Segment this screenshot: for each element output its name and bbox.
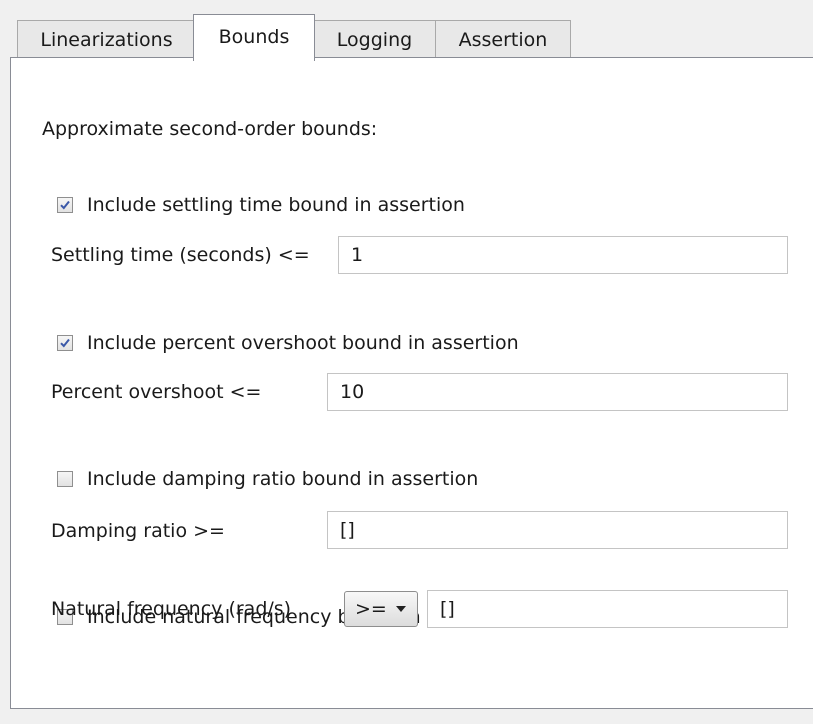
natural-frequency-field-label: Natural frequency (rad/s) bbox=[51, 598, 292, 620]
percent-overshoot-value: 10 bbox=[340, 381, 365, 403]
settling-time-checkbox-label[interactable]: Include settling time bound in assertion bbox=[87, 193, 465, 217]
percent-overshoot-checkbox-label[interactable]: Include percent overshoot bound in asser… bbox=[87, 331, 519, 355]
natural-frequency-operator-dropdown[interactable]: >= bbox=[344, 591, 418, 627]
checkmark-icon bbox=[60, 200, 70, 210]
tab-bounds-label: Bounds bbox=[218, 26, 290, 48]
chevron-down-icon bbox=[395, 606, 406, 612]
settling-time-input[interactable]: 1 bbox=[338, 236, 788, 274]
percent-overshoot-field-label: Percent overshoot <= bbox=[51, 381, 262, 403]
tab-assertion-label: Assertion bbox=[458, 28, 548, 51]
natural-frequency-value: [] bbox=[440, 598, 455, 620]
settling-time-value: 1 bbox=[351, 244, 364, 266]
damping-ratio-value: [] bbox=[340, 519, 355, 541]
percent-overshoot-checkbox[interactable] bbox=[57, 335, 73, 351]
damping-ratio-checkbox-label[interactable]: Include damping ratio bound in assertion bbox=[87, 467, 478, 491]
tab-linearizations-label: Linearizations bbox=[40, 28, 173, 51]
settling-time-checkbox[interactable] bbox=[57, 197, 73, 213]
tab-strip: Linearizations Bounds Logging Assertion bbox=[0, 0, 813, 61]
checkmark-icon bbox=[60, 338, 70, 348]
natural-frequency-input[interactable]: [] bbox=[427, 590, 788, 628]
operator-value: >= bbox=[355, 598, 387, 620]
settling-time-field-label: Settling time (seconds) <= bbox=[51, 244, 310, 266]
section-heading: Approximate second-order bounds: bbox=[42, 118, 378, 140]
damping-ratio-field-label: Damping ratio >= bbox=[51, 520, 225, 542]
damping-ratio-checkbox[interactable] bbox=[57, 471, 73, 487]
percent-overshoot-input[interactable]: 10 bbox=[327, 373, 788, 411]
damping-ratio-input[interactable]: [] bbox=[327, 511, 788, 549]
tab-linearizations[interactable]: Linearizations bbox=[17, 20, 196, 58]
tab-logging-label: Logging bbox=[336, 28, 413, 51]
tab-bounds[interactable]: Bounds bbox=[193, 14, 315, 61]
tab-logging[interactable]: Logging bbox=[313, 20, 436, 58]
tab-assertion[interactable]: Assertion bbox=[435, 20, 571, 58]
